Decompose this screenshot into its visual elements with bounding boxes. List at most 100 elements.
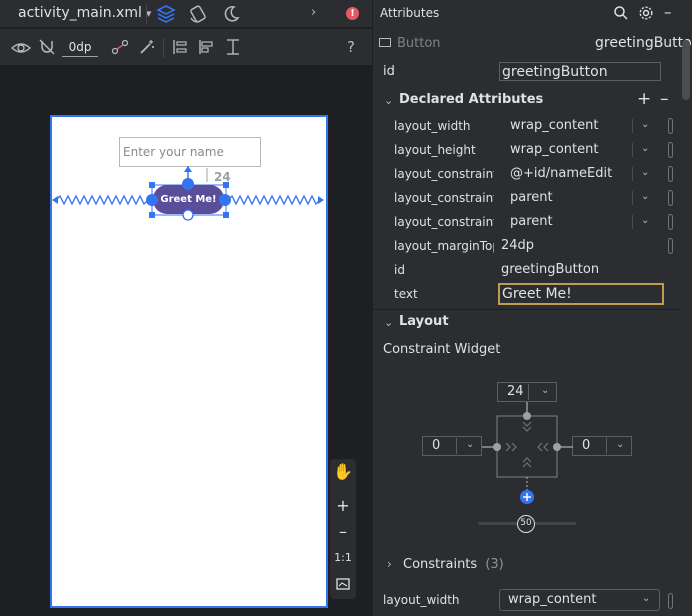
dropdown-divider [606,438,607,454]
zoom-fit-icon[interactable] [330,571,356,597]
bottom-attr-name: layout_width [383,593,460,607]
attr-row: text [394,287,494,301]
minimize-icon[interactable]: – [664,3,672,21]
editor-tab-bar: activity_main.xml ▾ › ! [0,0,372,28]
attr-row: layout_constraint... [394,167,494,181]
text-attr-value: Greet Me! [502,286,572,302]
attr-value[interactable]: wrap_content [510,118,598,133]
id-label: id [383,64,395,79]
chevron-down-icon[interactable]: ⌄ [641,167,649,178]
attr-name: layout_width [394,119,471,133]
button-widget-icon [379,38,391,47]
pin-icon[interactable] [668,190,673,206]
orientation-icon[interactable] [188,4,208,24]
dropdown-divider [528,384,529,400]
attr-value[interactable]: wrap_content [510,142,598,157]
default-margin-button[interactable]: 0dp [62,39,98,57]
attr-row: layout_marginTop [394,239,494,253]
section-divider [373,309,680,310]
bottom-attr-value: wrap_content [508,592,597,607]
error-icon[interactable]: ! [346,7,359,20]
attr-row: id [394,263,494,277]
pin-icon[interactable] [668,142,673,158]
gear-icon[interactable] [638,5,654,21]
widget-type: Button [397,36,441,51]
attributes-panel: Attributes – Button greetingButton id gr… [372,0,692,616]
attr-value[interactable]: @+id/nameEdit [510,166,612,181]
panel-title: Attributes [380,6,440,20]
zoom-actual-button[interactable]: 1:1 [330,545,356,571]
zoom-toolbar: ✋ + – 1:1 [330,459,356,599]
widget-id: greetingButton [595,35,692,51]
id-field[interactable]: greetingButton [499,62,661,81]
design-surface-icon[interactable] [156,4,176,24]
pin-icon[interactable] [668,166,673,182]
chevron-right-icon[interactable]: › [311,5,316,20]
search-icon[interactable] [613,5,629,21]
design-toolbar: 0dp ? [0,29,372,66]
anchor-handles[interactable] [140,175,240,225]
pan-hand-icon[interactable]: ✋ [330,459,356,485]
file-tab-label: activity_main.xml [18,5,142,21]
chevron-down-icon[interactable]: ⌄ [641,119,649,130]
bottom-layout-width-dropdown[interactable]: wrap_content ⌄ [499,589,660,611]
declared-attributes-header[interactable]: Declared Attributes [399,92,543,107]
dropdown-divider [456,438,457,454]
pin-icon[interactable] [668,118,673,134]
view-options-icon[interactable] [11,38,31,58]
constraints-count: (3) [485,557,504,572]
attr-value[interactable]: 24dp [501,238,534,253]
bias-slider-thumb[interactable]: 50 [517,515,535,533]
attr-name: layout_constraint... [394,167,494,181]
attr-row: layout_constraint... [394,215,494,229]
add-attribute-icon[interactable]: + [637,89,651,109]
chevron-down-icon[interactable]: ⌄ [384,94,393,107]
constraint-widget-diagram[interactable] [473,402,593,532]
pin-icon[interactable] [668,214,673,230]
attr-row: layout_constraint... [394,191,494,205]
layout-editor: activity_main.xml ▾ › ! 0dp ? Enter your… [0,0,372,616]
chevron-down-icon[interactable]: ⌄ [641,191,649,202]
chevron-down-icon[interactable]: ⌄ [384,316,393,329]
attr-name: layout_marginTop [394,239,494,253]
row-divider [632,191,633,205]
attr-name: id [394,263,405,277]
file-tab[interactable]: activity_main.xml ▾ [18,5,151,21]
left-margin-value: 0 [432,438,441,453]
align-icon[interactable] [197,38,215,56]
scrollbar-thumb[interactable] [682,40,690,100]
constraints-label: Constraints [403,557,478,572]
attr-value[interactable]: parent [510,190,553,205]
row-divider [632,167,633,181]
pack-icon[interactable] [171,38,189,56]
constraints-row[interactable]: Constraints (3) [403,557,504,572]
remove-attribute-icon[interactable]: – [660,89,669,109]
layout-section-header[interactable]: Layout [399,314,449,329]
clear-constraints-icon[interactable] [111,38,129,56]
attr-name: text [394,287,418,301]
help-icon[interactable]: ? [347,38,355,56]
row-divider [632,119,633,133]
chevron-down-icon: ⌄ [541,385,550,396]
chevron-down-icon[interactable]: ⌄ [641,143,649,154]
attr-name: layout_constraint... [394,215,494,229]
pin-icon[interactable] [668,238,673,254]
night-mode-icon[interactable] [221,4,241,24]
chevron-right-icon[interactable]: › [387,557,392,571]
top-margin-dropdown[interactable]: 24 ⌄ [497,382,557,402]
zoom-out-icon[interactable]: – [330,519,356,545]
chevron-down-icon: ⌄ [616,439,625,450]
row-divider [632,215,633,229]
attr-value[interactable]: greetingButton [501,262,599,277]
pin-icon[interactable] [668,593,673,609]
infer-constraints-icon[interactable] [138,38,156,56]
toolbar-divider [163,38,164,58]
guidelines-icon[interactable] [224,38,242,56]
text-attr-field[interactable]: Greet Me! [498,283,664,305]
id-field-value: greetingButton [502,64,608,80]
zoom-in-icon[interactable]: + [330,493,356,519]
chevron-down-icon[interactable]: ⌄ [641,215,649,226]
autoconnect-icon[interactable] [38,38,56,56]
chevron-down-icon: ⌄ [642,593,651,604]
attr-value[interactable]: parent [510,214,553,229]
